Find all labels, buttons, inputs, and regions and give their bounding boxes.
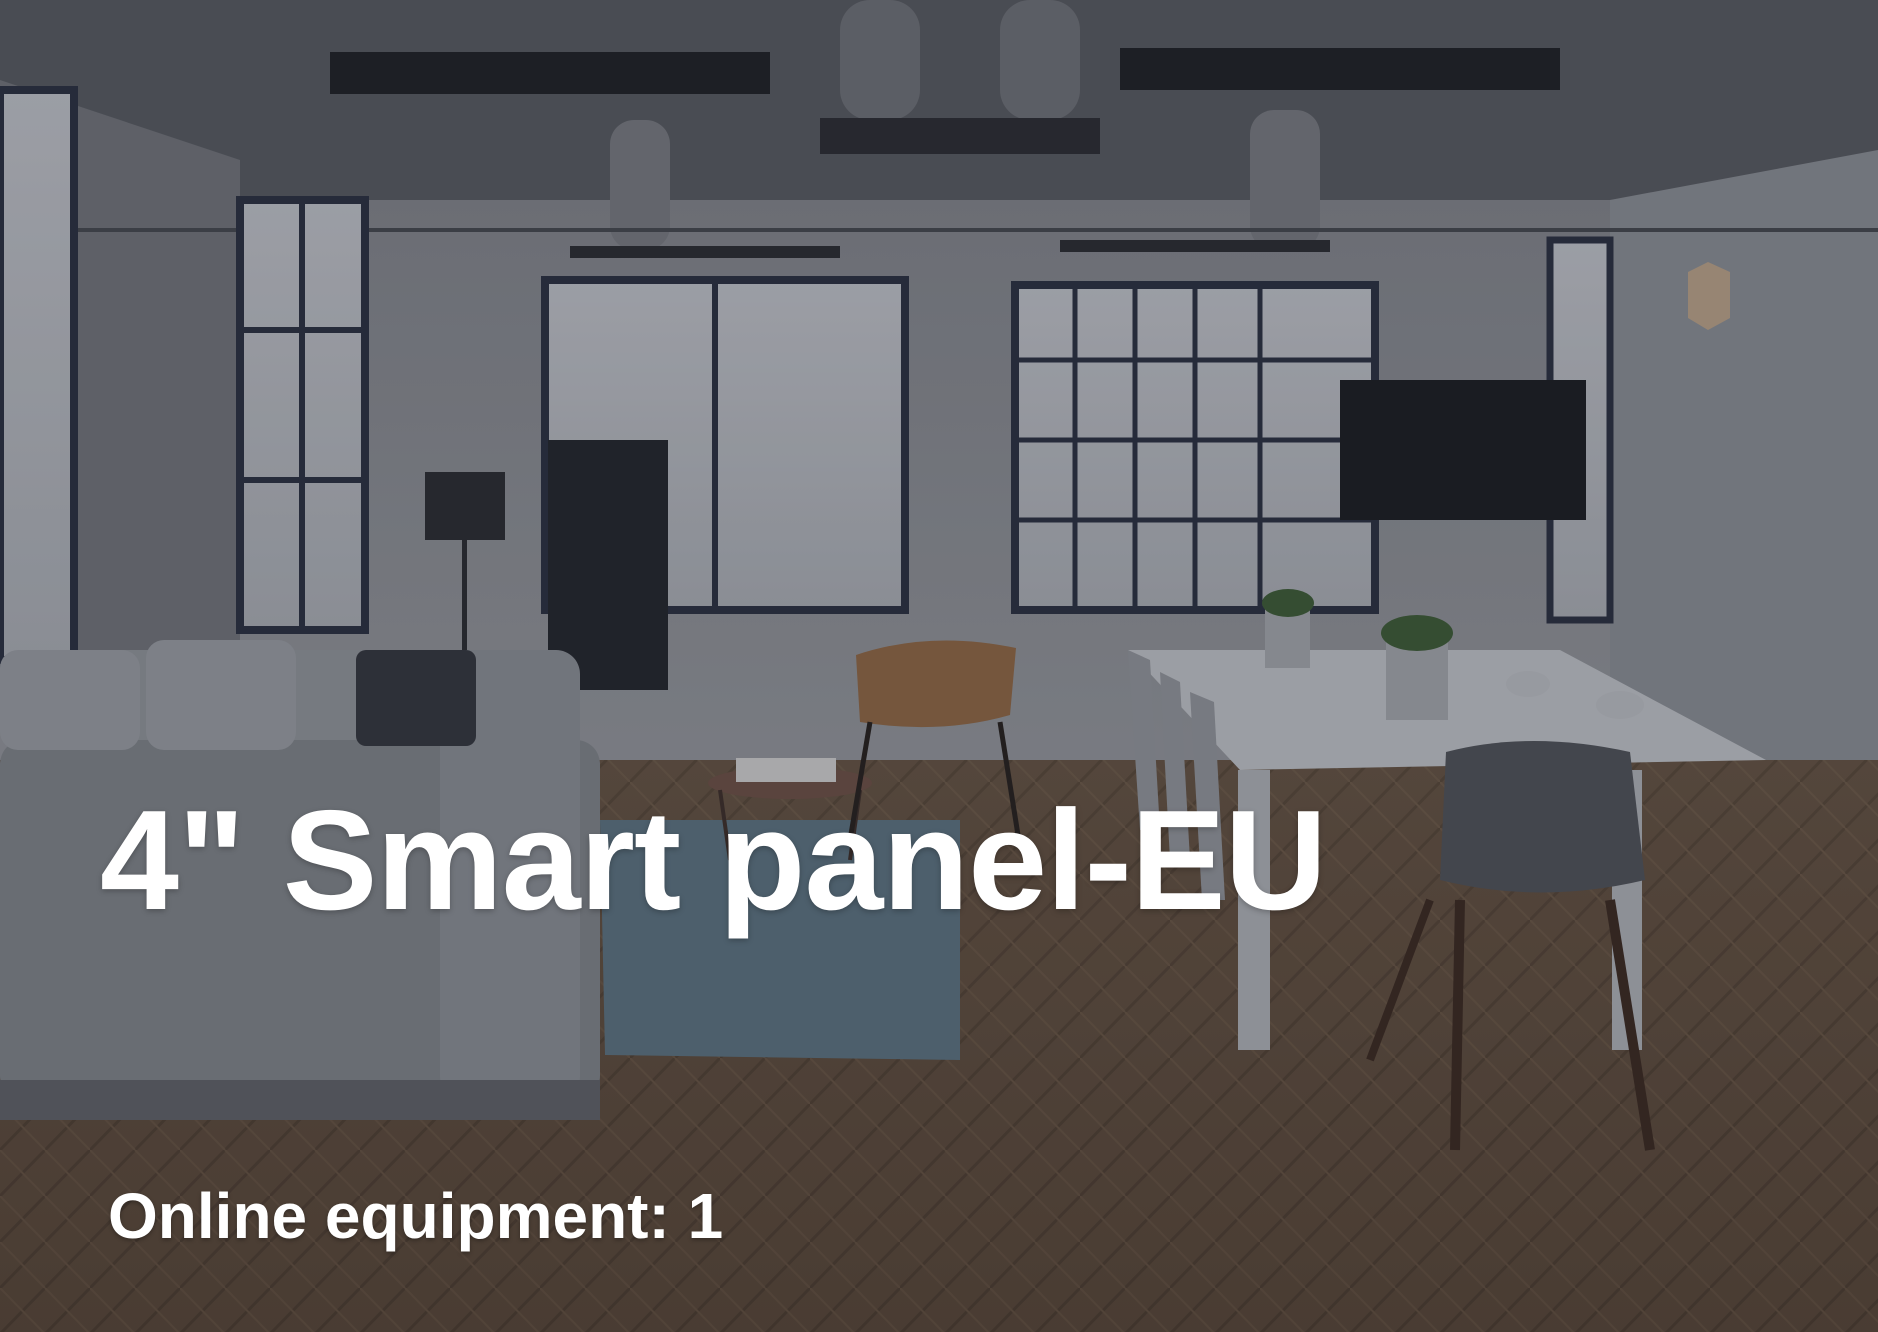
room-title: 4" Smart panel-EU (100, 781, 1327, 940)
room-background-image (0, 0, 1878, 1332)
online-equipment-count: 1 (687, 1180, 724, 1252)
online-equipment-label: Online equipment: (108, 1180, 670, 1252)
room-card[interactable]: 4" Smart panel-EU Online equipment: 1 (0, 0, 1878, 1332)
online-equipment-status: Online equipment: 1 (108, 1184, 723, 1248)
